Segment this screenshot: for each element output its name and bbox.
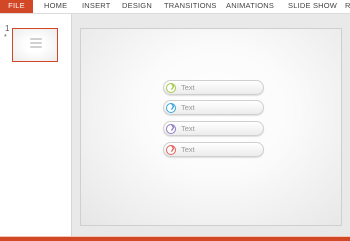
tab-design[interactable]: DESIGN <box>122 0 152 13</box>
status-bar-highlight <box>0 236 350 237</box>
tab-animations[interactable]: ANIMATIONS <box>226 0 274 13</box>
thumbnail-preview <box>30 38 42 52</box>
ribbon-tab-bar: FILE HOME INSERT DESIGN TRANSITIONS ANIM… <box>0 0 350 13</box>
list-item[interactable]: ❯ Text <box>163 100 264 115</box>
tab-transitions[interactable]: TRANSITIONS <box>164 0 217 13</box>
list-item[interactable]: ❯ Text <box>163 142 264 157</box>
slide-number: 1 <box>5 24 10 33</box>
tab-review[interactable]: R <box>345 0 350 13</box>
bullet-circle-icon: ❯ <box>166 102 176 113</box>
bullet-circle-icon: ❯ <box>166 82 176 93</box>
list-item[interactable]: ❯ Text <box>163 80 264 95</box>
slide-thumbnail[interactable] <box>12 28 58 62</box>
item-label: Text <box>181 83 195 92</box>
bullet-circle-icon: ❯ <box>166 123 176 134</box>
list-item[interactable]: ❯ Text <box>163 121 264 136</box>
item-label: Text <box>181 145 195 154</box>
tab-file[interactable]: FILE <box>0 0 33 13</box>
item-label: Text <box>181 124 195 133</box>
chevron-right-icon: ❯ <box>170 103 176 110</box>
bullet-circle-icon: ❯ <box>166 144 176 155</box>
chevron-right-icon: ❯ <box>170 145 176 152</box>
animation-star-icon: * <box>4 34 7 41</box>
chevron-right-icon: ❯ <box>170 124 176 131</box>
chevron-right-icon: ❯ <box>170 83 176 90</box>
tab-home[interactable]: HOME <box>44 0 67 13</box>
item-label: Text <box>181 103 195 112</box>
tab-insert[interactable]: INSERT <box>82 0 111 13</box>
tab-slide-show[interactable]: SLIDE SHOW <box>288 0 337 13</box>
